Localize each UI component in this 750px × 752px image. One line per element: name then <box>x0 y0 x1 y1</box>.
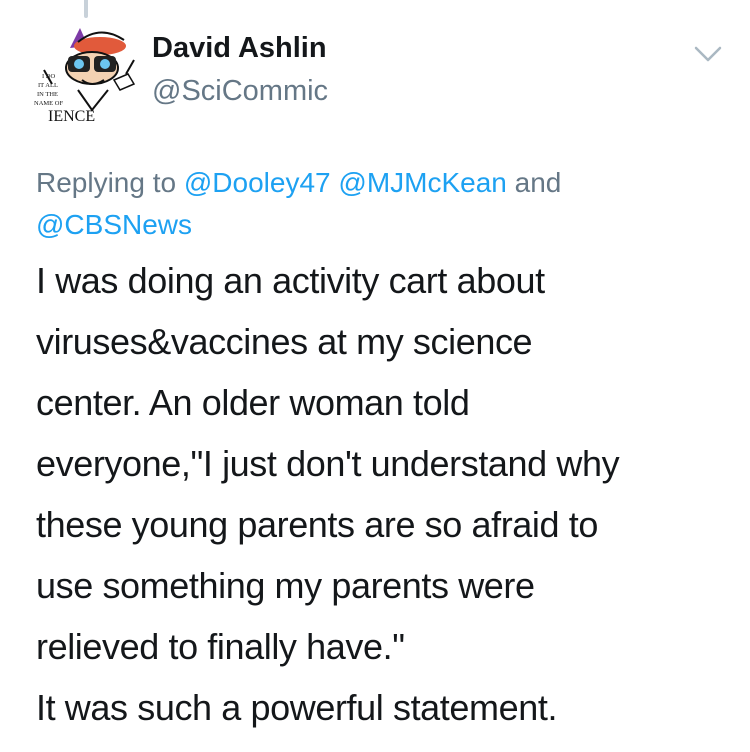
replying-to-label: Replying to <box>36 167 177 198</box>
mention-link[interactable]: @CBSNews <box>36 209 192 240</box>
author-handle[interactable]: @SciCommic <box>152 75 328 108</box>
avatar-text-line: IN THE <box>37 91 58 98</box>
tweet-text: I was doing an activity cart about virus… <box>36 260 620 728</box>
replying-to-line: Replying to @Dooley47 @MJMcKean and @CBS… <box>36 162 716 246</box>
chevron-down-icon <box>694 46 722 62</box>
mention-link[interactable]: @MJMcKean <box>338 167 506 198</box>
thread-connector-line <box>84 0 88 18</box>
tweet-menu-button[interactable] <box>694 44 722 64</box>
author-name[interactable]: David Ashlin <box>152 32 327 65</box>
cartoon-scientist-avatar-icon: I DO IT ALL IN THE NAME OF IENCE <box>34 28 136 125</box>
avatar-text-line: I DO <box>42 73 55 80</box>
avatar[interactable]: I DO IT ALL IN THE NAME OF IENCE <box>30 18 142 130</box>
avatar-text-line: IENCE <box>48 108 95 125</box>
replying-conjunction: and <box>514 167 562 198</box>
mention-link[interactable]: @Dooley47 <box>184 167 331 198</box>
avatar-text-line: NAME OF <box>34 100 63 107</box>
avatar-text-line: IT ALL <box>38 82 58 89</box>
